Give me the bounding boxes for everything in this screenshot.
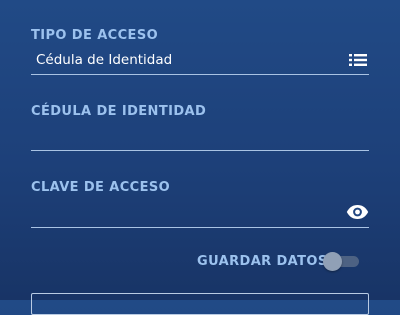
list-icon[interactable] (349, 53, 367, 67)
save-data-label: GUARDAR DATOS (197, 254, 328, 269)
eye-icon[interactable] (346, 204, 369, 220)
access-type-value: Cédula de Identidad (36, 52, 173, 68)
password-label: CLAVE DE ACCESO (31, 180, 171, 195)
next-field-box[interactable] (31, 293, 369, 315)
id-number-input[interactable] (31, 124, 369, 150)
access-type-label: TIPO DE ACCESO (31, 28, 159, 43)
id-number-label: CÉDULA DE IDENTIDAD (31, 104, 207, 119)
password-underline (31, 227, 369, 228)
id-number-underline (31, 150, 369, 151)
password-input[interactable] (31, 200, 341, 226)
toggle-knob[interactable] (323, 252, 342, 271)
access-type-underline (31, 74, 369, 75)
